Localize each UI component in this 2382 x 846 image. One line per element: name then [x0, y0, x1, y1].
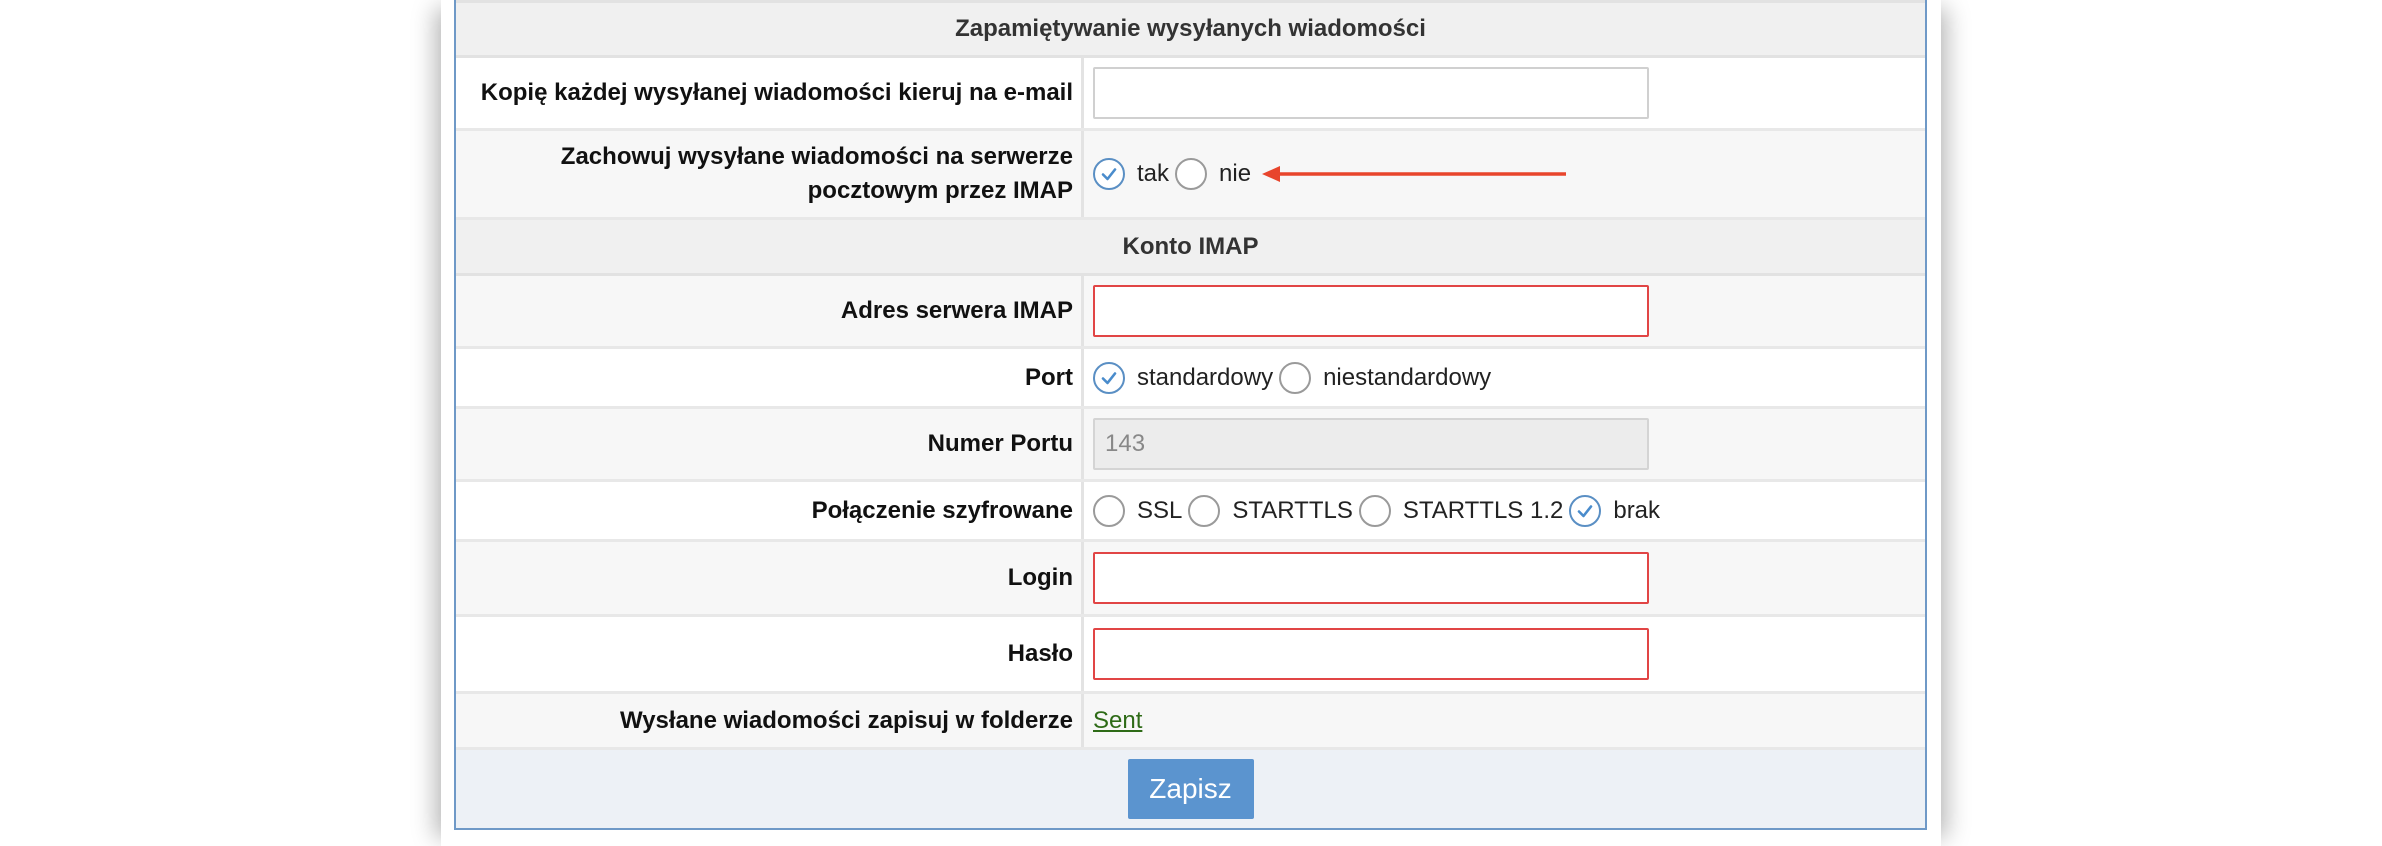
imap-server-input[interactable]	[1093, 285, 1649, 337]
encryption-ssl-label: SSL	[1137, 496, 1183, 524]
row-port: Port standardowy niestandardowy	[456, 349, 1925, 409]
password-label: Hasło	[456, 617, 1084, 691]
encryption-none-radio[interactable]	[1569, 494, 1602, 527]
section-header-imap: Konto IMAP	[456, 220, 1925, 276]
form-footer: Zapisz	[456, 750, 1925, 828]
row-encryption: Połączenie szyfrowane SSL STARTTLS START…	[456, 482, 1925, 542]
check-icon	[1101, 371, 1117, 384]
save-button[interactable]: Zapisz	[1127, 759, 1254, 819]
port-standard-label: standardowy	[1137, 363, 1274, 391]
keep-sent-no-radio[interactable]	[1175, 158, 1208, 190]
port-standard-radio[interactable]	[1093, 361, 1125, 394]
row-copy-email: Kopię każdej wysyłanej wiadomości kieruj…	[456, 58, 1925, 131]
sent-folder-label: Wysłane wiadomości zapisuj w folderze	[456, 694, 1084, 747]
keep-sent-yes-label: tak	[1137, 160, 1170, 187]
port-number-label: Numer Portu	[456, 409, 1084, 479]
keep-sent-no-label: nie	[1219, 160, 1252, 187]
encryption-starttls-radio[interactable]	[1188, 494, 1221, 527]
encryption-starttls-label: STARTTLS	[1232, 496, 1353, 524]
keep-sent-label-line2: pocztowym przez IMAP	[807, 177, 1073, 204]
port-custom-label: niestandardowy	[1323, 363, 1492, 391]
check-icon	[1101, 168, 1117, 181]
row-port-number: Numer Portu	[456, 409, 1925, 482]
encryption-none-label: brak	[1613, 496, 1661, 524]
keep-sent-label-line1: Zachowuj wysyłane wiadomości na serwerze	[560, 143, 1073, 170]
section-title-imap: Konto IMAP	[1122, 232, 1259, 260]
sent-folder-link[interactable]: Sent	[1093, 707, 1142, 735]
encryption-label: Połączenie szyfrowane	[456, 482, 1084, 539]
keep-sent-yes-radio[interactable]	[1093, 158, 1125, 190]
row-keep-sent: Zachowuj wysyłane wiadomości na serwerze…	[456, 131, 1925, 220]
row-login: Login	[456, 542, 1925, 617]
annotation-arrow-icon	[1262, 166, 1567, 182]
port-label: Port	[456, 349, 1084, 406]
imap-server-label: Adres serwera IMAP	[456, 276, 1084, 346]
keep-sent-label: Zachowuj wysyłane wiadomości na serwerze…	[456, 131, 1084, 217]
copy-email-input[interactable]	[1093, 67, 1649, 119]
section-title-sent-messages: Zapamiętywanie wysyłanych wiadomości	[955, 15, 1426, 42]
section-header-sent-messages: Zapamiętywanie wysyłanych wiadomości	[456, 0, 1925, 58]
check-icon	[1578, 504, 1593, 517]
encryption-starttls12-radio[interactable]	[1358, 494, 1391, 527]
encryption-ssl-radio[interactable]	[1093, 494, 1125, 527]
copy-email-label: Kopię każdej wysyłanej wiadomości kieruj…	[456, 58, 1084, 128]
port-custom-radio[interactable]	[1279, 361, 1312, 394]
password-input[interactable]	[1093, 628, 1649, 680]
settings-window: Zapamiętywanie wysyłanych wiadomości Kop…	[441, 0, 1941, 846]
login-label: Login	[456, 542, 1084, 614]
settings-panel: Zapamiętywanie wysyłanych wiadomości Kop…	[454, 0, 1927, 830]
row-password: Hasło	[456, 617, 1925, 694]
login-input[interactable]	[1093, 552, 1649, 604]
encryption-starttls12-label: STARTTLS 1.2	[1402, 496, 1564, 524]
row-sent-folder: Wysłane wiadomości zapisuj w folderze Se…	[456, 694, 1925, 750]
port-number-input	[1093, 418, 1649, 470]
row-imap-server: Adres serwera IMAP	[456, 276, 1925, 349]
